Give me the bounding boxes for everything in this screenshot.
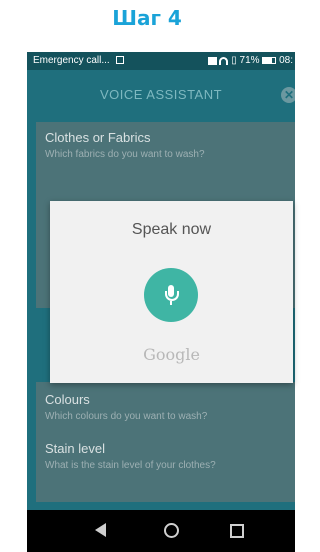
recent-apps-icon[interactable] bbox=[230, 524, 244, 538]
microphone-icon-cup bbox=[165, 291, 179, 301]
notification-text: Emergency call... bbox=[33, 55, 110, 66]
dialog-title: Speak now bbox=[131, 221, 212, 238]
microphone-icon-stem bbox=[170, 301, 172, 305]
back-icon[interactable] bbox=[95, 523, 106, 537]
colours-question: Which colours do you want to wash? bbox=[45, 411, 208, 422]
battery-percent: 71% bbox=[239, 55, 260, 67]
microphone-button[interactable] bbox=[144, 268, 198, 322]
step-title: Шаг 4 bbox=[112, 6, 182, 30]
home-icon[interactable] bbox=[164, 523, 179, 538]
stain-question: What is the stain level of your clothes? bbox=[45, 460, 216, 471]
nfc-icon bbox=[207, 56, 217, 65]
app-title: VOICE ASSISTANT bbox=[99, 87, 223, 102]
clothes-question: Which fabrics do you want to wash? bbox=[45, 149, 205, 160]
status-bar: Emergency call... ▯ 71% 08: bbox=[27, 52, 295, 70]
wifi-icon bbox=[219, 56, 229, 65]
image-notification-icon bbox=[116, 56, 125, 65]
status-left: Emergency call... bbox=[33, 55, 125, 66]
colours-title: Colours bbox=[45, 392, 90, 407]
navigation-bar bbox=[27, 510, 295, 552]
clock: 08: bbox=[279, 55, 293, 67]
app-bar: VOICE ASSISTANT ✕ bbox=[27, 70, 295, 120]
colours-stain-card[interactable]: Colours Which colours do you want to was… bbox=[36, 382, 295, 502]
stain-title: Stain level bbox=[45, 441, 105, 456]
battery-icon bbox=[262, 57, 277, 64]
speak-now-dialog: Speak now Google bbox=[50, 201, 293, 383]
google-brand: Google bbox=[143, 345, 200, 364]
close-icon[interactable]: ✕ bbox=[281, 87, 295, 103]
clothes-title: Clothes or Fabrics bbox=[45, 130, 151, 145]
vibrate-icon: ▯ bbox=[231, 55, 237, 66]
status-right: ▯ 71% 08: bbox=[207, 55, 293, 67]
